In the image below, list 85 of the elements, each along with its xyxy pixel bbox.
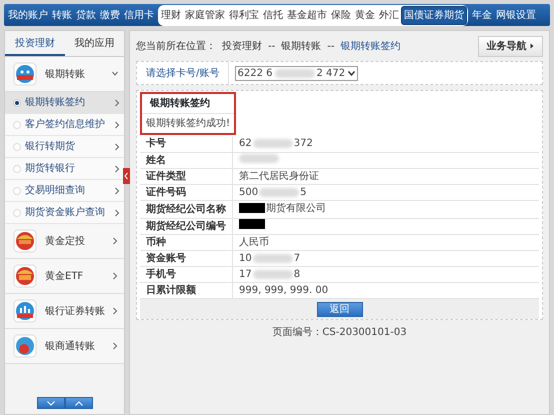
- blurred-value: [252, 254, 293, 263]
- blurred-value: [259, 188, 300, 196]
- value-text: 5: [300, 186, 306, 200]
- value-text: 期货有限公司: [266, 202, 326, 216]
- chevron-right-icon: [114, 186, 120, 194]
- breadcrumb-item: 银期转账: [281, 40, 322, 54]
- breadcrumb-separator: --: [327, 40, 334, 54]
- chevron-down-icon: [46, 400, 54, 406]
- value-text: 500: [239, 186, 258, 200]
- nav-link[interactable]: 我的账户: [6, 8, 50, 22]
- value-text: 999, 999, 999. 00: [239, 284, 328, 298]
- chevron-right-icon: [114, 98, 120, 106]
- value-text: 人民币: [239, 236, 269, 250]
- value-text: 6222 6: [238, 66, 272, 80]
- submenu-item[interactable]: 期货资金账户查询: [5, 202, 124, 224]
- submenu-item[interactable]: 银行转期货: [5, 136, 124, 158]
- nav-link[interactable]: 信用卡: [122, 8, 156, 22]
- nav-link[interactable]: 贷款: [74, 8, 98, 22]
- sidebar-item[interactable]: 银期转账: [5, 57, 124, 92]
- redacted-value: [239, 219, 265, 229]
- nav-tab[interactable]: 信托: [261, 6, 285, 24]
- value-text: 7: [294, 252, 300, 266]
- nav-link[interactable]: 缴费: [98, 8, 122, 22]
- value-text: 62: [239, 137, 252, 152]
- field-label: 币种: [140, 234, 232, 250]
- value-text: 17: [239, 268, 252, 282]
- field-label: 期货经纪公司名称: [140, 200, 232, 218]
- blurred-value: [252, 139, 293, 148]
- nav-link[interactable]: 网银设置: [494, 8, 538, 22]
- sidebar-item[interactable]: 银商通转账: [5, 329, 124, 364]
- chevron-up-icon: [74, 400, 82, 406]
- result-message: 银期转账签约成功!: [145, 116, 232, 131]
- field-label: 期货经纪公司编号: [140, 218, 232, 234]
- nav-tab[interactable]: 理财: [159, 6, 183, 24]
- return-button[interactable]: 返回: [316, 302, 362, 316]
- chevron-right-icon: [114, 208, 120, 216]
- nav-tab[interactable]: 家庭管家: [183, 6, 227, 24]
- sidebar-item[interactable]: 黄金定投: [5, 224, 124, 259]
- field-label: 请选择卡号/账号: [140, 62, 228, 84]
- field-label: 姓名: [140, 152, 232, 168]
- sidebar-item[interactable]: 银行证券转账: [5, 294, 124, 329]
- nav-tab[interactable]: 保险: [329, 6, 353, 24]
- page-code: 页面编号：CS-20300101-03: [272, 327, 407, 338]
- sidebar-tab[interactable]: 我的应用: [64, 31, 124, 56]
- nav-tab[interactable]: 外汇: [377, 6, 401, 24]
- breadcrumb-separator: --: [268, 40, 276, 54]
- field-label: 证件号码: [140, 184, 232, 200]
- scroll-up-button[interactable]: [64, 397, 92, 409]
- field-label: 资金账号: [140, 250, 232, 266]
- result-title: 银期转账签约: [142, 94, 234, 114]
- scroll-down-button[interactable]: [36, 397, 64, 409]
- blurred-value: [274, 68, 314, 78]
- submenu-item[interactable]: 交易明细查询: [5, 180, 124, 202]
- nav-tab[interactable]: 得利宝: [227, 6, 261, 24]
- nav-tab[interactable]: 黄金: [353, 6, 377, 24]
- value-text: 2 472: [316, 66, 346, 80]
- submenu-item[interactable]: 期货转银行: [5, 158, 124, 180]
- redacted-value: [239, 203, 265, 213]
- breadcrumb-item: 投资理财: [222, 40, 262, 54]
- nav-link[interactable]: 转账: [50, 8, 74, 22]
- caret-icon: [348, 70, 356, 76]
- submenu-item[interactable]: 客户签约信息维护: [5, 114, 124, 136]
- chevron-right-icon: [530, 42, 534, 49]
- nav-button[interactable]: 业务导航: [478, 36, 543, 56]
- chevron-right-icon: [114, 120, 120, 128]
- value-text: 10: [239, 252, 252, 266]
- nav-tab[interactable]: 国债证券期货: [401, 6, 467, 24]
- nav-link[interactable]: 年金: [470, 8, 494, 22]
- chevron-right-icon: [114, 164, 120, 172]
- nav-tab[interactable]: 基金超市: [285, 6, 329, 24]
- value-text: 第二代居民身份证: [239, 170, 319, 184]
- value-text: 372: [294, 137, 313, 152]
- breadcrumb-item: 银期转账签约: [340, 40, 400, 54]
- chevron-right-icon: [114, 142, 120, 150]
- blurred-value: [252, 270, 293, 279]
- field-label: 手机号: [140, 266, 232, 282]
- collapse-tab-icon[interactable]: [123, 168, 130, 184]
- value-text: 8: [294, 268, 300, 282]
- field-label: 卡号: [140, 136, 232, 152]
- sidebar-item[interactable]: 黄金ETF: [5, 259, 124, 294]
- account-select[interactable]: 6222 6 2 472: [234, 66, 358, 80]
- field-label: 证件类型: [140, 168, 232, 184]
- chart-icon: [11, 297, 39, 325]
- submenu-item[interactable]: 银期转账签约: [5, 92, 124, 114]
- breadcrumb-label: 您当前所在位置：: [136, 40, 216, 54]
